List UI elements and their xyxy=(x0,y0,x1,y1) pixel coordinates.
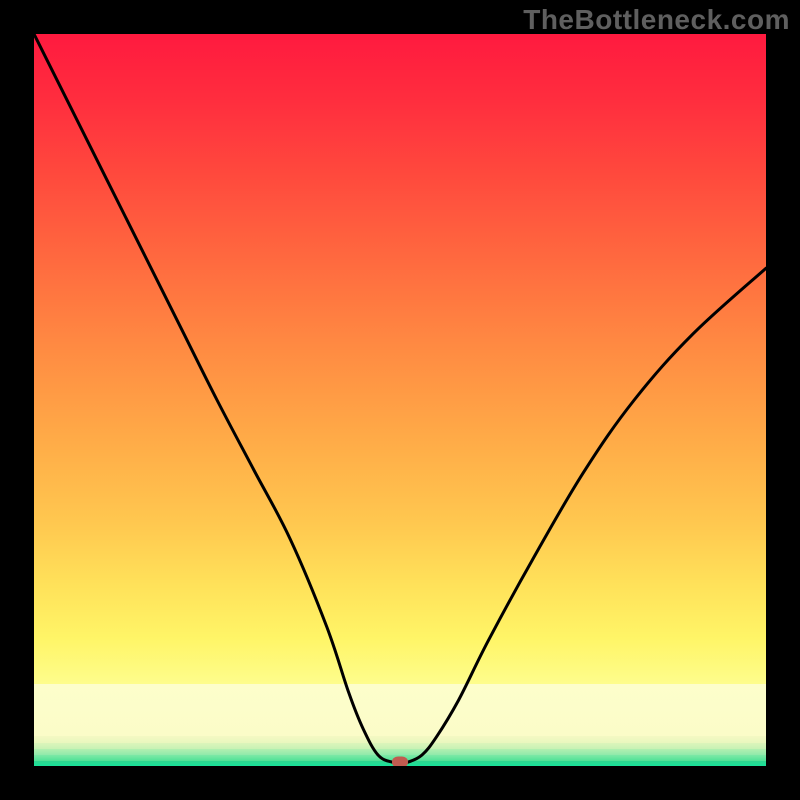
plot-area xyxy=(34,34,766,766)
curve-svg xyxy=(34,34,766,766)
min-point-marker xyxy=(392,757,408,766)
bottleneck-curve xyxy=(34,34,766,763)
watermark-text: TheBottleneck.com xyxy=(523,4,790,36)
chart-container: TheBottleneck.com xyxy=(0,0,800,800)
